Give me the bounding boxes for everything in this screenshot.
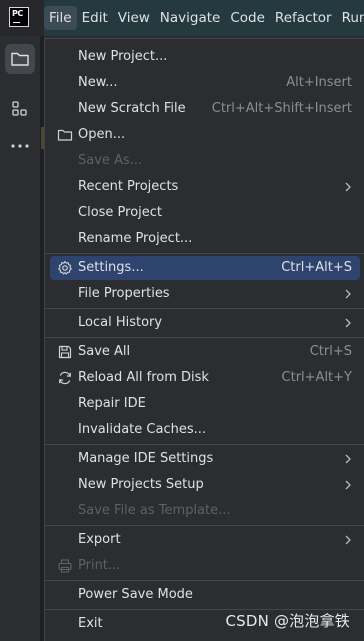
chevron-right-icon	[342, 453, 354, 465]
menu-view[interactable]: View	[113, 6, 155, 30]
menu-separator	[45, 308, 364, 309]
menu-item-local-history[interactable]: Local History	[50, 311, 360, 335]
menu-item-label: Local History	[78, 315, 163, 330]
menu-item-settings[interactable]: Settings... Ctrl+Alt+S	[50, 256, 360, 280]
logo-text: PC	[12, 9, 23, 18]
menu-item-label: Exit	[78, 616, 103, 631]
menu-separator	[45, 580, 364, 581]
gear-icon	[57, 260, 73, 276]
menu-item-label: New...	[78, 75, 118, 90]
menu-separator	[45, 525, 364, 526]
tool-window-bar	[0, 36, 41, 641]
menu-separator	[45, 444, 364, 445]
main-menubar: File Edit View Navigate Code Refactor Ru…	[44, 0, 364, 36]
reload-icon	[57, 370, 73, 386]
file-menu-dropdown: New Project... New... Alt+Insert New Scr…	[44, 38, 364, 641]
menu-item-label: Rename Project...	[78, 231, 193, 246]
menu-file[interactable]: File	[44, 6, 77, 30]
chevron-right-icon	[342, 317, 354, 329]
save-icon	[57, 344, 73, 360]
menu-item-label: Save File as Template...	[78, 503, 231, 518]
chevron-right-icon	[342, 181, 354, 193]
folder-icon	[11, 52, 29, 66]
print-icon	[57, 558, 73, 574]
menu-item-label: Save All	[78, 344, 131, 359]
menu-item-rename-project[interactable]: Rename Project...	[50, 227, 360, 251]
menu-item-save-file-as-template[interactable]: Save File as Template...	[50, 499, 360, 523]
menu-code[interactable]: Code	[225, 6, 270, 30]
menu-item-label: Save As...	[78, 153, 143, 168]
menu-item-label: File Properties	[78, 286, 170, 301]
menu-item-repair-ide[interactable]: Repair IDE	[50, 392, 360, 416]
menu-item-label: Invalidate Caches...	[78, 422, 207, 437]
menu-item-manage-ide-settings[interactable]: Manage IDE Settings	[50, 447, 360, 471]
menu-item-label: Repair IDE	[78, 396, 146, 411]
menu-item-new-project[interactable]: New Project...	[50, 45, 360, 69]
logo-underline	[13, 22, 20, 23]
menu-run[interactable]: Run	[337, 6, 364, 30]
chevron-right-icon	[342, 288, 354, 300]
menu-item-label: Settings...	[78, 260, 144, 275]
menu-item-label: New Projects Setup	[78, 477, 204, 492]
menu-item-shortcut: Ctrl+S	[309, 344, 352, 359]
menu-separator	[45, 337, 364, 338]
menu-item-label: Reload All from Disk	[78, 370, 209, 385]
menu-item-label: Manage IDE Settings	[78, 451, 214, 466]
menu-item-open[interactable]: Open...	[50, 123, 360, 147]
menu-item-new-projects-setup[interactable]: New Projects Setup	[50, 473, 360, 497]
menu-item-shortcut: Ctrl+Alt+Shift+Insert	[211, 101, 352, 116]
menu-navigate[interactable]: Navigate	[155, 6, 226, 30]
menu-item-label: Export	[78, 532, 121, 547]
menu-item-shortcut: Ctrl+Alt+S	[281, 260, 352, 275]
menu-item-label: Recent Projects	[78, 179, 179, 194]
menu-item-close-project[interactable]: Close Project	[50, 201, 360, 225]
menu-item-label: Close Project	[78, 205, 163, 220]
menu-item-reload-all[interactable]: Reload All from Disk Ctrl+Alt+Y	[50, 366, 360, 390]
menu-item-label: New Scratch File	[78, 101, 186, 116]
menu-item-shortcut: Alt+Insert	[286, 75, 352, 90]
menu-item-label: Power Save Mode	[78, 587, 193, 602]
menu-item-power-save-mode[interactable]: Power Save Mode	[50, 583, 360, 607]
menu-refactor[interactable]: Refactor	[270, 6, 337, 30]
menu-edit[interactable]: Edit	[77, 6, 113, 30]
chevron-right-icon	[342, 534, 354, 546]
more-icon[interactable]	[10, 136, 30, 156]
menu-item-save-as[interactable]: Save As...	[50, 149, 360, 173]
menu-item-file-properties[interactable]: File Properties	[50, 282, 360, 306]
menu-item-export[interactable]: Export	[50, 528, 360, 552]
pycharm-logo-icon[interactable]: PC	[9, 7, 29, 27]
menu-item-new-scratch-file[interactable]: New Scratch File Ctrl+Alt+Shift+Insert	[50, 97, 360, 121]
menu-item-label: New Project...	[78, 49, 168, 64]
menu-item-label: Print...	[78, 558, 121, 573]
folder-icon	[57, 127, 73, 143]
watermark-text: CSDN @泡泡拿铁	[225, 612, 350, 630]
menu-item-new[interactable]: New... Alt+Insert	[50, 71, 360, 95]
menu-item-print[interactable]: Print...	[50, 554, 360, 578]
menu-separator	[45, 253, 364, 254]
menu-item-recent-projects[interactable]: Recent Projects	[50, 175, 360, 199]
project-tool-button[interactable]	[5, 44, 35, 74]
structure-icon[interactable]	[11, 100, 29, 118]
menu-item-invalidate-caches[interactable]: Invalidate Caches...	[50, 418, 360, 442]
menu-item-shortcut: Ctrl+Alt+Y	[281, 370, 352, 385]
menu-item-label: Open...	[78, 127, 126, 142]
chevron-right-icon	[342, 479, 354, 491]
menu-item-save-all[interactable]: Save All Ctrl+S	[50, 340, 360, 364]
